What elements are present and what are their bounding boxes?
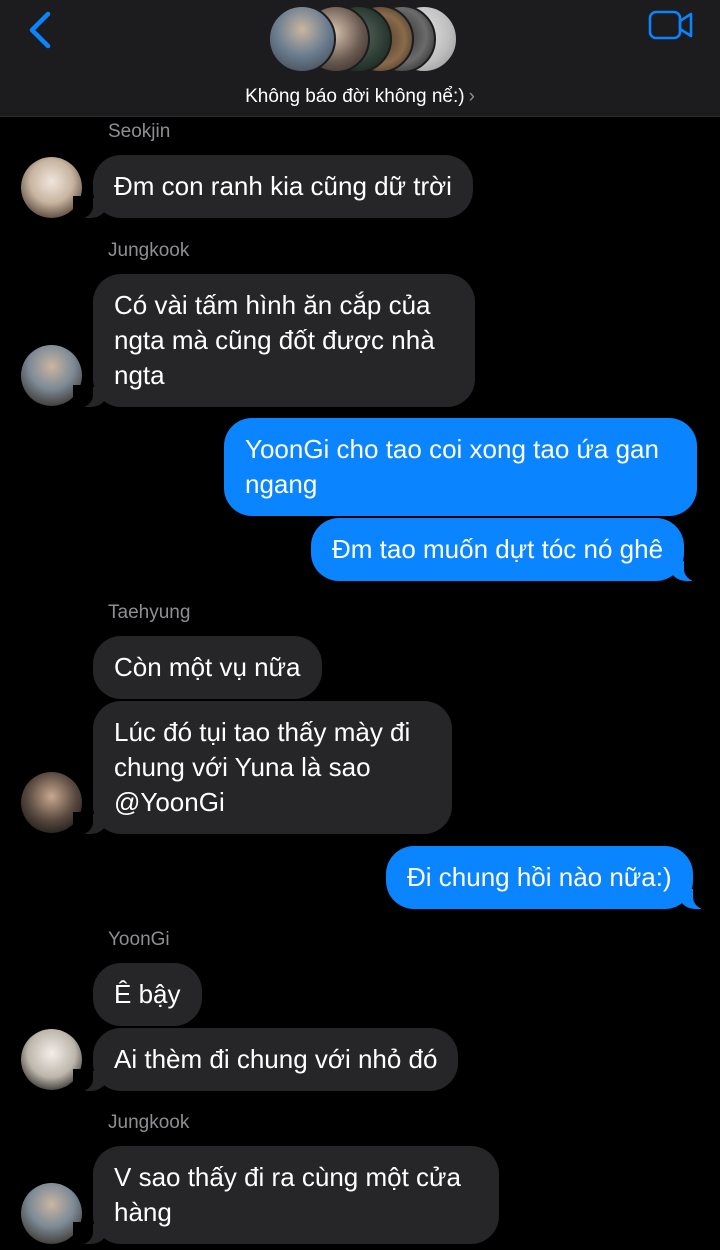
message-bubble[interactable]: Đm con ranh kia cũng dữ trời bbox=[73, 155, 473, 218]
sender-name: Seokjin bbox=[108, 121, 171, 142]
message-bubble[interactable]: Ai thèm đi chung với nhỏ đó bbox=[72, 1028, 459, 1091]
group-avatars[interactable] bbox=[268, 5, 458, 75]
message-bubble-outgoing[interactable]: Đi chung hồi nào nữa:) bbox=[386, 846, 713, 909]
message-bubble-outgoing[interactable]: Đm tao muốn dựt tóc nó ghê bbox=[311, 518, 705, 581]
group-avatar-1 bbox=[268, 5, 336, 73]
message-bubble[interactable]: Còn một vụ nữa bbox=[93, 636, 322, 699]
group-title[interactable]: Không báo đời không nể:) › bbox=[0, 86, 720, 108]
video-call-button[interactable] bbox=[648, 10, 694, 40]
message-bubble[interactable]: Có vài tấm hình ăn cắp của ngta mà cũng … bbox=[73, 274, 475, 407]
chat-header: Không báo đời không nể:) › bbox=[0, 0, 720, 117]
message-bubble-outgoing[interactable]: YoonGi cho tao coi xong tao ứa gan ngang bbox=[224, 418, 697, 516]
sender-name: YoonGi bbox=[108, 929, 170, 950]
sender-name: Jungkook bbox=[108, 1112, 190, 1133]
message-bubble[interactable]: Lúc đó tụi tao thấy mày đi chung với Yun… bbox=[73, 701, 452, 834]
sender-name: Jungkook bbox=[108, 240, 190, 261]
chevron-right-icon: › bbox=[468, 86, 475, 107]
message-bubble[interactable]: Ê bậy bbox=[93, 963, 202, 1026]
chevron-left-icon bbox=[29, 11, 51, 49]
back-button[interactable] bbox=[22, 8, 62, 52]
group-title-text: Không báo đời không nể:) bbox=[245, 86, 465, 107]
message-bubble[interactable]: V sao thấy đi ra cùng một cửa hàng bbox=[73, 1146, 499, 1244]
video-camera-icon bbox=[648, 10, 693, 40]
sender-name: Taehyung bbox=[108, 602, 191, 623]
